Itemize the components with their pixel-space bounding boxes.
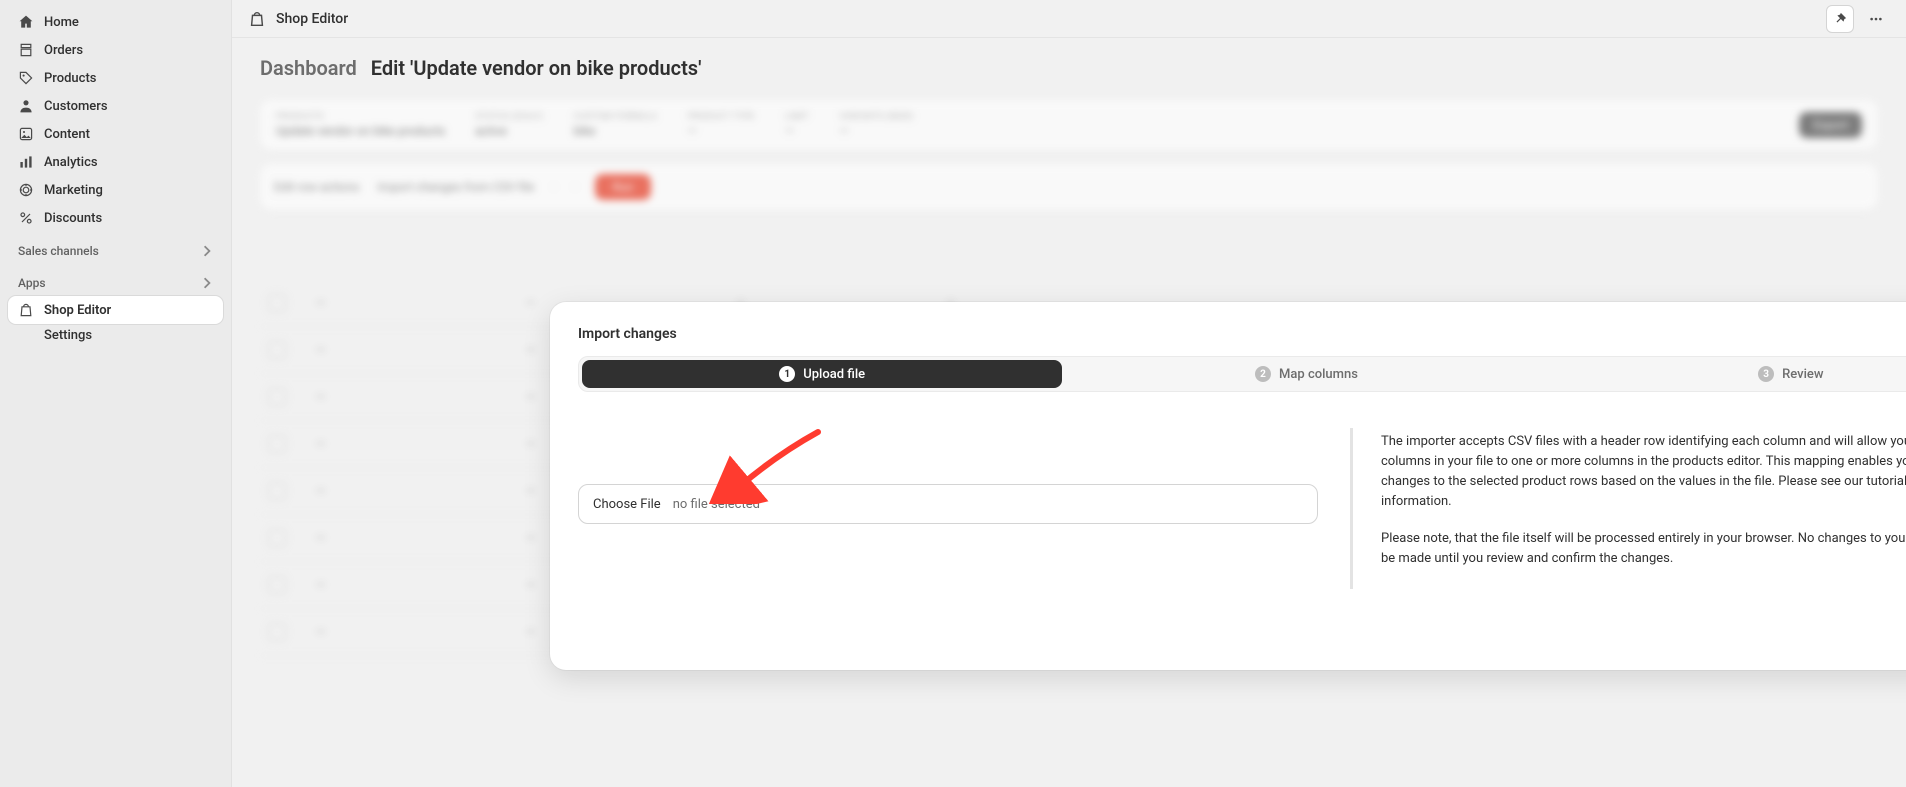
tag-icon — [18, 70, 34, 86]
bag-icon — [248, 10, 266, 28]
orders-icon — [18, 42, 34, 58]
nav-label: Content — [44, 127, 90, 142]
chart-icon — [18, 154, 34, 170]
section-label: Sales channels — [18, 244, 99, 258]
file-status: no file selected — [673, 497, 760, 512]
topbar-left: Shop Editor — [248, 10, 348, 28]
info-column: The importer accepts CSV files with a he… — [1350, 428, 1906, 589]
nav-settings[interactable]: Settings — [8, 324, 223, 347]
image-icon — [18, 126, 34, 142]
nav-analytics[interactable]: Analytics — [8, 148, 223, 176]
sidebar: Home Orders Products Customers Content A… — [0, 0, 232, 787]
nav-orders[interactable]: Orders — [8, 36, 223, 64]
pin-button[interactable] — [1826, 5, 1854, 33]
breadcrumb-root[interactable]: Dashboard — [260, 56, 357, 80]
nav-discounts[interactable]: Discounts — [8, 204, 223, 232]
import-modal: Import changes 1 Upload file 2 Map colum… — [550, 302, 1906, 670]
modal-title: Import changes — [578, 326, 1906, 342]
section-label: Apps — [18, 276, 46, 290]
percent-icon — [18, 210, 34, 226]
topbar: Shop Editor — [232, 0, 1906, 38]
person-icon — [18, 98, 34, 114]
step-number: 2 — [1255, 366, 1271, 382]
nav-label: Home — [44, 15, 79, 30]
more-button[interactable] — [1862, 5, 1890, 33]
page-header: Dashboard Edit 'Update vendor on bike pr… — [232, 38, 1906, 98]
step-number: 3 — [1758, 366, 1774, 382]
section-apps[interactable]: Apps — [8, 270, 223, 296]
pin-icon — [1833, 12, 1847, 26]
step-label: Upload file — [803, 367, 865, 382]
step-label: Review — [1782, 367, 1823, 382]
modal-body: Choose File no file selected The importe… — [578, 428, 1906, 589]
target-icon — [18, 182, 34, 198]
home-icon — [18, 14, 34, 30]
nav-label: Marketing — [44, 183, 103, 198]
info-text-1: The importer accepts CSV files with a he… — [1381, 432, 1906, 513]
step-review[interactable]: 3 Review — [1551, 360, 1906, 388]
breadcrumb-current: Edit 'Update vendor on bike products' — [371, 56, 702, 80]
nav-label: Shop Editor — [44, 303, 111, 318]
nav-customers[interactable]: Customers — [8, 92, 223, 120]
nav-home[interactable]: Home — [8, 8, 223, 36]
bag-icon — [18, 302, 34, 318]
section-sales-channels[interactable]: Sales channels — [8, 238, 223, 264]
topbar-right — [1826, 5, 1890, 33]
nav-marketing[interactable]: Marketing — [8, 176, 223, 204]
chevron-right-icon — [201, 245, 213, 257]
nav-shop-editor[interactable]: Shop Editor — [8, 296, 223, 324]
modal-footer: Cancel — [578, 617, 1906, 646]
step-upload[interactable]: 1 Upload file — [582, 360, 1062, 388]
nav-label: Customers — [44, 99, 108, 114]
info-text-2: Please note, that the file itself will b… — [1381, 529, 1906, 569]
step-map[interactable]: 2 Map columns — [1066, 360, 1546, 388]
step-tabs: 1 Upload file 2 Map columns 3 Review — [578, 356, 1906, 392]
nav-label: Analytics — [44, 155, 98, 170]
nav-label: Discounts — [44, 211, 102, 226]
chevron-right-icon — [201, 277, 213, 289]
step-number: 1 — [779, 366, 795, 382]
nav-content[interactable]: Content — [8, 120, 223, 148]
nav-label: Orders — [44, 43, 83, 58]
more-icon — [1869, 12, 1883, 26]
app-title: Shop Editor — [276, 11, 348, 27]
nav-products[interactable]: Products — [8, 64, 223, 92]
upload-column: Choose File no file selected — [578, 428, 1318, 524]
choose-file-button[interactable]: Choose File — [593, 497, 661, 512]
main-area: Shop Editor Dashboard Edit 'Update vendo… — [232, 0, 1906, 787]
nav-label: Products — [44, 71, 96, 86]
step-label: Map columns — [1279, 367, 1358, 382]
file-input[interactable]: Choose File no file selected — [578, 484, 1318, 524]
